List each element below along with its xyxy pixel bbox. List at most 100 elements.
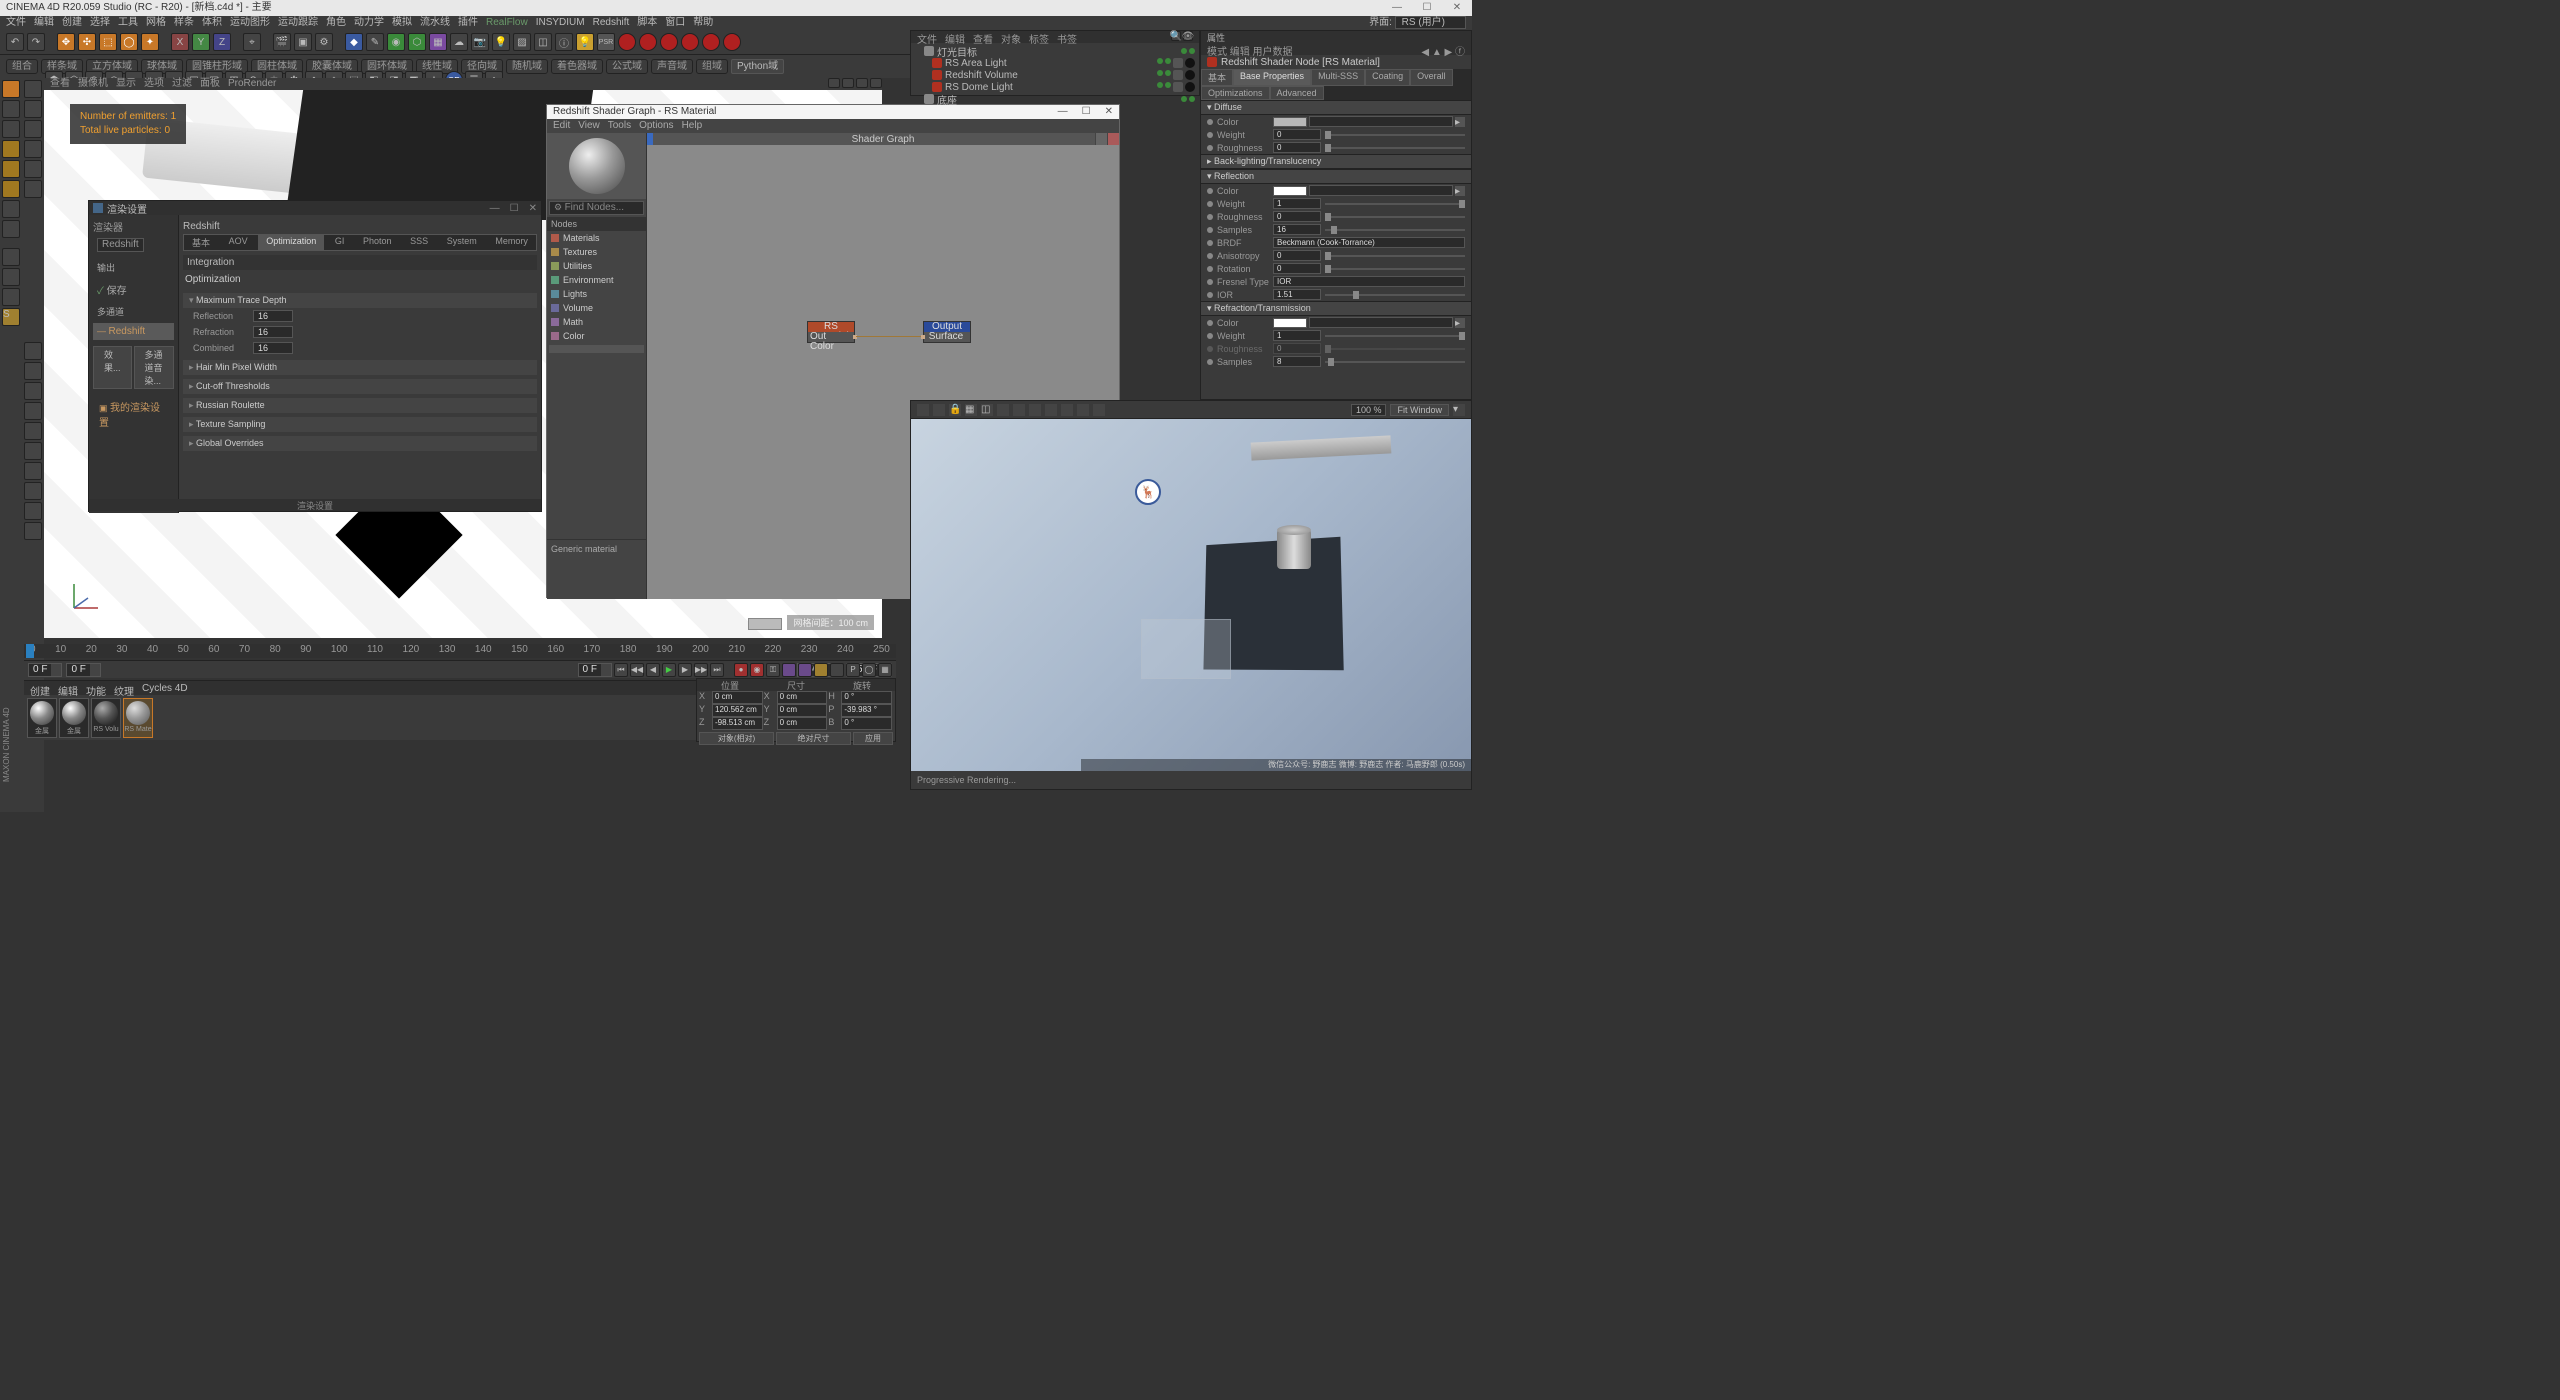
field-python[interactable]: Python域 [731, 59, 784, 74]
node-output[interactable]: Output Surface [923, 321, 971, 343]
node-rs-material[interactable]: RS Material Out Color [807, 321, 855, 343]
range-start-a[interactable]: 0 F [28, 663, 62, 677]
prev-frame-icon[interactable]: ◀ [646, 663, 660, 677]
spline-pen-icon[interactable]: ✎ [366, 33, 384, 51]
menu-mesh[interactable]: 网格 [146, 16, 166, 30]
tool-11-icon[interactable] [24, 422, 42, 440]
om-eye-icon[interactable]: 👁 [1183, 31, 1193, 41]
field-formula[interactable]: 公式域 [606, 59, 648, 74]
tool-5-icon[interactable] [24, 160, 42, 178]
undo-icon[interactable]: ↶ [6, 33, 24, 51]
tool-10-icon[interactable] [24, 402, 42, 420]
sg-minimize-icon[interactable]: — [1058, 105, 1068, 119]
sg-cat-lights[interactable]: Lights [547, 287, 646, 301]
sec-diffuse[interactable]: Diffuse [1201, 100, 1471, 115]
key-p-icon[interactable] [782, 663, 796, 677]
rs-sect-russian-roulette[interactable]: Russian Roulette [183, 398, 537, 413]
menu-window[interactable]: 窗口 [665, 16, 685, 30]
coord-apply-button[interactable]: 应用 [853, 732, 893, 745]
sg-search-input[interactable]: ⚙ Find Nodes... [549, 201, 644, 215]
texture-mode-icon[interactable] [2, 100, 20, 118]
z-axis-icon[interactable]: Z [213, 33, 231, 51]
generator-icon[interactable]: ⬡ [408, 33, 426, 51]
vp-options[interactable]: 选项 [144, 78, 164, 90]
step-fwd-icon[interactable]: ▶▶ [694, 663, 708, 677]
attr-tab-coating[interactable]: Coating [1365, 69, 1410, 86]
rec-1-icon[interactable] [618, 33, 636, 51]
sg-cat-utilities[interactable]: Utilities [547, 259, 646, 273]
refr-rough[interactable]: 0 [1273, 343, 1321, 354]
rs-item-save[interactable]: ✓ 保存 [93, 279, 174, 300]
diffuse-color-swatch[interactable] [1273, 117, 1307, 127]
tool-9-icon[interactable] [24, 382, 42, 400]
sec-refraction[interactable]: Refraction/Transmission [1201, 301, 1471, 316]
refr-picker-icon[interactable]: ▸ [1455, 318, 1465, 328]
sec-reflection[interactable]: Reflection [1201, 169, 1471, 184]
key-param-icon[interactable]: P [846, 663, 860, 677]
rs-my-render[interactable]: ▣ 我的渲染设置 [93, 397, 174, 431]
sg-menu-tools[interactable]: Tools [608, 119, 631, 133]
om-object[interactable]: 对象 [1001, 31, 1021, 43]
vp-nav-4-icon[interactable] [870, 78, 882, 88]
axis-mode-icon[interactable] [2, 200, 20, 218]
menu-pipeline[interactable]: 流水线 [420, 16, 450, 30]
refl-aniso-slider[interactable] [1325, 255, 1465, 257]
menu-plugins[interactable]: 插件 [458, 16, 478, 30]
rec-3-icon[interactable] [660, 33, 678, 51]
goto-end-icon[interactable]: ⏭ [710, 663, 724, 677]
rs-tab-gi[interactable]: GI [327, 235, 353, 250]
sg-cat-color[interactable]: Color [547, 329, 646, 343]
sg-close-icon[interactable]: ✕ [1105, 105, 1113, 119]
info-icon[interactable]: ⓘ [555, 33, 573, 51]
snap-icon[interactable] [2, 248, 20, 266]
vp-nav-1-icon[interactable] [828, 78, 840, 88]
sg-menu-edit[interactable]: Edit [553, 119, 570, 133]
refl-samples[interactable]: 16 [1273, 224, 1321, 235]
sg-scroll-icon[interactable] [1095, 133, 1107, 145]
object-mode-icon[interactable] [2, 120, 20, 138]
menu-dynamics[interactable]: 动力学 [354, 16, 384, 30]
coord-X-rot[interactable]: 0 ° [841, 691, 892, 704]
menu-volume[interactable]: 体积 [202, 16, 222, 30]
camera-icon[interactable]: 📷 [471, 33, 489, 51]
rv-back-icon[interactable] [917, 404, 929, 416]
rec-6-icon[interactable] [723, 33, 741, 51]
refr-samples[interactable]: 8 [1273, 356, 1321, 367]
menu-help[interactable]: 帮助 [693, 16, 713, 30]
rs-combined-value[interactable]: 16 [253, 342, 293, 354]
rs-tab-aov[interactable]: AOV [221, 235, 256, 250]
quickshade-icon[interactable]: S [2, 308, 20, 326]
menu-edit[interactable]: 编辑 [34, 16, 54, 30]
material-slot-2[interactable]: 金属 [59, 698, 89, 738]
tool-15-icon[interactable] [24, 502, 42, 520]
sg-menu-help[interactable]: Help [682, 119, 703, 133]
mat-create[interactable]: 创建 [30, 683, 50, 693]
layout-switcher[interactable]: 界面: RS (用户) [1369, 16, 1466, 30]
menu-tracking[interactable]: 运动跟踪 [278, 16, 318, 30]
redo-icon[interactable]: ↷ [27, 33, 45, 51]
cube-icon[interactable]: ◆ [345, 33, 363, 51]
record-icon[interactable]: ● [734, 663, 748, 677]
rs-item-multipass[interactable]: 多通道 [93, 302, 174, 321]
diffuse-rough-slider[interactable] [1325, 147, 1465, 149]
menu-redshift[interactable]: Redshift [593, 16, 630, 30]
vp-filter[interactable]: 过滤 [172, 78, 192, 90]
coord-mode-2[interactable]: 绝对尺寸 [776, 732, 851, 745]
coord-Y-rot[interactable]: -39.983 ° [841, 704, 892, 717]
field-icon[interactable]: ◫ [534, 33, 552, 51]
render-settings-icon[interactable]: ⚙ [315, 33, 333, 51]
sec-backlight[interactable]: Back-lighting/Translucency [1201, 154, 1471, 169]
field-random[interactable]: 随机域 [506, 59, 548, 74]
rs-refraction-value[interactable]: 16 [253, 326, 293, 338]
axis-gizmo-icon[interactable] [66, 576, 106, 616]
coord-X-pos[interactable]: 0 cm [712, 691, 763, 704]
rv-dropdown-icon[interactable]: ▾ [1453, 404, 1465, 416]
key-extra-icon[interactable]: ▦ [878, 663, 892, 677]
range-start-b[interactable]: 0 F [66, 663, 100, 677]
coord-X-size[interactable]: 0 cm [777, 691, 828, 704]
key-circle-icon[interactable]: ◯ [862, 663, 876, 677]
sg-cat-environment[interactable]: Environment [547, 273, 646, 287]
coord-mode-1[interactable]: 对象(相对) [699, 732, 774, 745]
refr-color-swatch[interactable] [1273, 318, 1307, 328]
render-image[interactable]: 🦌 [911, 419, 1471, 771]
